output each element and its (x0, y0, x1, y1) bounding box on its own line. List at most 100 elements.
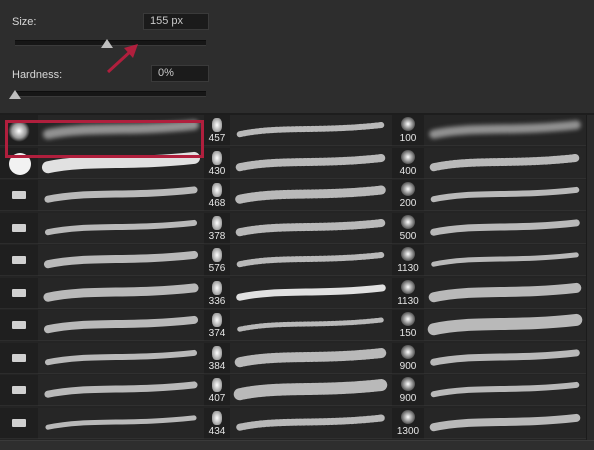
preset-tile[interactable]: 374 (204, 310, 230, 341)
brush-tip-icon (212, 216, 222, 230)
preset-stroke-tile[interactable] (424, 213, 586, 244)
brush-tip-icon (401, 280, 415, 294)
preset-tile[interactable] (0, 148, 38, 179)
preset-stroke-tile[interactable] (424, 148, 586, 179)
preset-tile[interactable] (0, 115, 38, 146)
preset-stroke-tile[interactable] (38, 375, 204, 406)
preset-stroke-tile[interactable] (38, 310, 204, 341)
brush-stroke-preview (41, 151, 201, 174)
preset-tile[interactable]: 434 (204, 408, 230, 439)
preset-tile[interactable] (0, 180, 38, 211)
brush-tip-icon (12, 191, 26, 199)
preset-tile[interactable]: 336 (204, 278, 230, 309)
preset-stroke-tile[interactable] (424, 180, 586, 211)
preset-stroke-column-d (424, 115, 586, 440)
preset-stroke-tile[interactable] (424, 343, 586, 374)
preset-stroke-tile[interactable] (230, 180, 392, 211)
preset-tile[interactable] (0, 245, 38, 276)
preset-tile[interactable]: 1300 (392, 408, 424, 439)
preset-tile[interactable]: 468 (204, 180, 230, 211)
brush-stroke-preview (43, 250, 199, 269)
size-input[interactable]: 155 px (143, 13, 209, 30)
brush-stroke-preview (427, 313, 583, 336)
brush-tip-icon (12, 224, 26, 232)
brush-tip-icon (401, 117, 415, 131)
preset-stroke-tile[interactable] (230, 213, 392, 244)
preset-tile[interactable]: 457 (204, 115, 230, 146)
preset-tile[interactable] (0, 343, 38, 374)
preset-stroke-tile[interactable] (230, 408, 392, 439)
preset-tile[interactable] (0, 213, 38, 244)
size-label: Size: (12, 16, 37, 28)
preset-tile[interactable]: 1130 (392, 245, 424, 276)
preset-stroke-tile[interactable] (424, 375, 586, 406)
hardness-slider-track[interactable] (15, 91, 206, 97)
preset-tile[interactable]: 384 (204, 343, 230, 374)
preset-scrollbar[interactable] (586, 115, 594, 440)
preset-tile[interactable]: 430 (204, 148, 230, 179)
brush-tip-icon (12, 321, 26, 329)
preset-stroke-tile[interactable] (424, 115, 586, 146)
preset-stroke-tile[interactable] (38, 408, 204, 439)
brush-size-number: 200 (399, 198, 417, 209)
brush-tip-icon (401, 247, 415, 261)
preset-tile[interactable] (0, 278, 38, 309)
preset-tile[interactable] (0, 375, 38, 406)
preset-stroke-tile[interactable] (230, 278, 392, 309)
brush-size-number: 576 (208, 263, 226, 274)
preset-tile[interactable]: 900 (392, 343, 424, 374)
preset-tile[interactable]: 1130 (392, 278, 424, 309)
preset-stroke-tile[interactable] (230, 115, 392, 146)
preset-stroke-tile[interactable] (424, 310, 586, 341)
brush-tip-icon (12, 289, 26, 297)
brush-tip-icon (212, 411, 222, 425)
preset-tile[interactable]: 100 (392, 115, 424, 146)
preset-tile[interactable] (0, 408, 38, 439)
preset-stroke-tile[interactable] (38, 278, 204, 309)
preset-stroke-tile[interactable] (230, 245, 392, 276)
preset-stroke-tile[interactable] (38, 213, 204, 244)
brush-tip-icon (9, 153, 31, 175)
preset-stroke-tile[interactable] (38, 245, 204, 276)
preset-tile[interactable]: 500 (392, 213, 424, 244)
hardness-slider-thumb-icon[interactable] (9, 90, 21, 99)
brush-stroke-preview (235, 185, 387, 204)
preset-tile[interactable]: 407 (204, 375, 230, 406)
brush-preset-grid: 457 430 468 378 576 336 374 384 407 434 100 400 200… (0, 115, 586, 440)
preset-stroke-tile[interactable] (38, 343, 204, 374)
brush-size-number: 1300 (396, 426, 420, 437)
preset-stroke-tile[interactable] (230, 310, 392, 341)
brush-stroke-preview (236, 251, 386, 268)
brush-stroke-preview (43, 315, 199, 334)
brush-stroke-preview (236, 121, 386, 138)
brush-size-number: 468 (208, 198, 226, 209)
preset-tile[interactable] (0, 310, 38, 341)
preset-stroke-tile[interactable] (38, 180, 204, 211)
preset-stroke-tile[interactable] (424, 245, 586, 276)
preset-tile[interactable]: 400 (392, 148, 424, 179)
preset-stroke-tile[interactable] (424, 278, 586, 309)
brush-size-number: 378 (208, 231, 226, 242)
hardness-input[interactable]: 0% (151, 65, 209, 82)
brush-size-number: 900 (399, 393, 417, 404)
preset-stroke-tile[interactable] (230, 343, 392, 374)
brush-size-number: 1130 (397, 296, 419, 307)
preset-tile[interactable]: 150 (392, 310, 424, 341)
preset-stroke-tile[interactable] (424, 408, 586, 439)
brush-tip-icon (12, 419, 26, 427)
brush-tip-icon (12, 256, 26, 264)
preset-tile[interactable]: 200 (392, 180, 424, 211)
brush-tip-icon (401, 312, 415, 326)
preset-stroke-tile[interactable] (38, 115, 204, 146)
preset-tile[interactable]: 576 (204, 245, 230, 276)
brush-stroke-preview (430, 219, 580, 236)
preset-tile[interactable]: 378 (204, 213, 230, 244)
brush-stroke-preview (431, 252, 579, 267)
brush-size-number: 430 (208, 166, 226, 177)
preset-stroke-tile[interactable] (230, 148, 392, 179)
brush-tip-icon (401, 182, 415, 196)
preset-stroke-tile[interactable] (38, 148, 204, 179)
preset-stroke-tile[interactable] (230, 375, 392, 406)
preset-tile[interactable]: 900 (392, 375, 424, 406)
preset-stroke-column-b (230, 115, 392, 440)
